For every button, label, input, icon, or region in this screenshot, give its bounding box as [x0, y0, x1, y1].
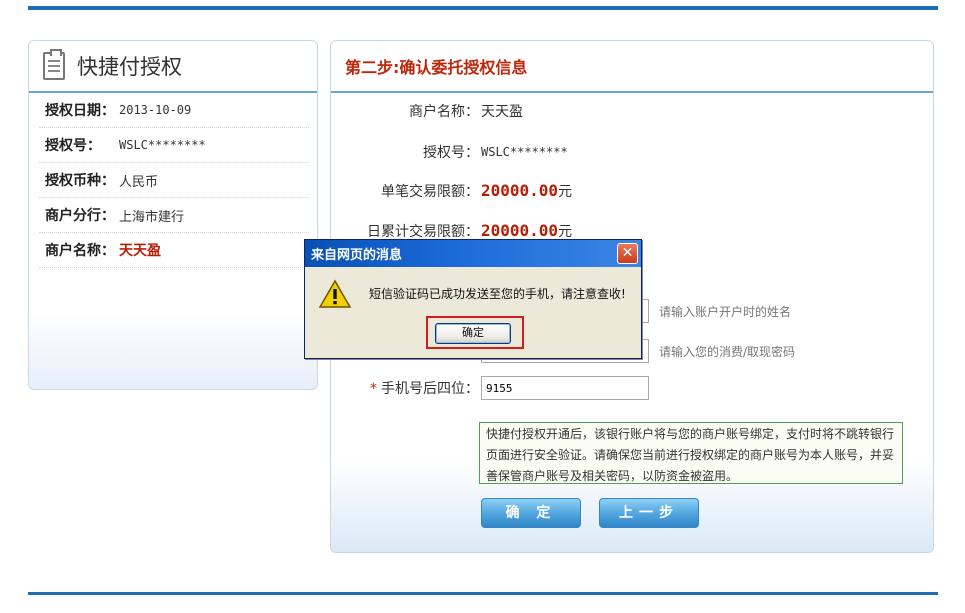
confirm-header: 第二步:确认委托授权信息: [331, 41, 933, 93]
daily-limit-amount: 20000.00元: [481, 221, 572, 241]
daily-limit-label: 日累计交易限额：: [367, 224, 479, 240]
merchant-name-label: 商户名称：: [409, 104, 479, 120]
summary-key: 授权币种：: [45, 173, 115, 189]
currency-unit: 元: [558, 224, 573, 240]
summary-row-auth-no: 授权号： WSLC********: [39, 128, 309, 163]
previous-step-button[interactable]: 上一步: [599, 498, 699, 528]
summary-value: 人民币: [119, 174, 159, 190]
auth-number-value: WSLC********: [481, 145, 568, 159]
summary-row-date: 授权日期： 2013-10-09: [39, 93, 309, 128]
step-title: 第二步:确认委托授权信息: [345, 58, 528, 77]
password-hint: 请输入您的消费/取现密码: [659, 344, 796, 359]
summary-row-currency: 授权币种： 人民币: [39, 163, 309, 198]
single-limit-value: 20000.00: [481, 181, 559, 200]
merchant-name-field: 商户名称： 天天盈: [331, 99, 933, 123]
summary-title: 快捷付授权: [77, 55, 182, 79]
auth-number-label: 授权号：: [423, 145, 479, 161]
alert-dialog: 来自网页的消息 ✕ 短信验证码已成功发送至您的手机，请注意查收! 确定: [304, 239, 642, 359]
summary-key: 授权号：: [45, 138, 101, 154]
phone-last4-label-wrap: * 手机号后四位：: [370, 378, 479, 398]
dialog-titlebar[interactable]: 来自网页的消息 ✕: [305, 240, 641, 267]
ok-button[interactable]: 确定: [435, 323, 511, 344]
single-limit-field: 单笔交易限额： 20000.00元: [331, 179, 933, 203]
top-divider: [28, 6, 938, 10]
dialog-body: 短信验证码已成功发送至您的手机，请注意查收! 确定: [305, 267, 641, 358]
phone-last4-input[interactable]: [481, 376, 649, 400]
merchant-name-value: 天天盈: [481, 104, 523, 120]
auth-summary-panel: 快捷付授权 授权日期： 2013-10-09 授权号： WSLC********…: [28, 40, 318, 390]
summary-row-merchant: 商户名称： 天天盈: [39, 233, 309, 268]
summary-key: 商户名称：: [45, 243, 115, 259]
phone-last4-field: * 手机号后四位：: [331, 376, 933, 400]
required-mark: *: [370, 381, 377, 397]
single-limit-label: 单笔交易限额：: [381, 184, 479, 200]
auth-number-field: 授权号： WSLC********: [331, 140, 933, 164]
summary-header: 快捷付授权: [29, 41, 317, 93]
dialog-title: 来自网页的消息: [311, 248, 403, 263]
summary-value: 天天盈: [119, 243, 161, 259]
single-limit-amount: 20000.00元: [481, 181, 572, 201]
phone-last4-label: 手机号后四位：: [381, 381, 479, 397]
close-icon[interactable]: ✕: [617, 243, 638, 264]
summary-key: 授权日期：: [45, 103, 115, 119]
summary-list: 授权日期： 2013-10-09 授权号： WSLC******** 授权币种：…: [29, 93, 317, 268]
bottom-divider: [28, 592, 938, 595]
summary-value: 2013-10-09: [119, 103, 192, 117]
summary-value: 上海市建行: [119, 209, 185, 225]
currency-unit: 元: [558, 184, 573, 200]
summary-value: WSLC********: [119, 138, 206, 152]
summary-row-branch: 商户分行： 上海市建行: [39, 198, 309, 233]
security-notice: 快捷付授权开通后，该银行账户将与您的商户账号绑定，支付时将不跳转银行页面进行安全…: [479, 422, 903, 484]
clipboard-icon: [43, 49, 65, 80]
warning-icon: [319, 279, 351, 308]
summary-key: 商户分行：: [45, 208, 115, 224]
daily-limit-value: 20000.00: [481, 221, 559, 240]
dialog-message: 短信验证码已成功发送至您的手机，请注意查收!: [369, 287, 626, 301]
account-name-hint: 请输入账户开户时的姓名: [659, 304, 792, 319]
confirm-button[interactable]: 确 定: [481, 498, 581, 528]
